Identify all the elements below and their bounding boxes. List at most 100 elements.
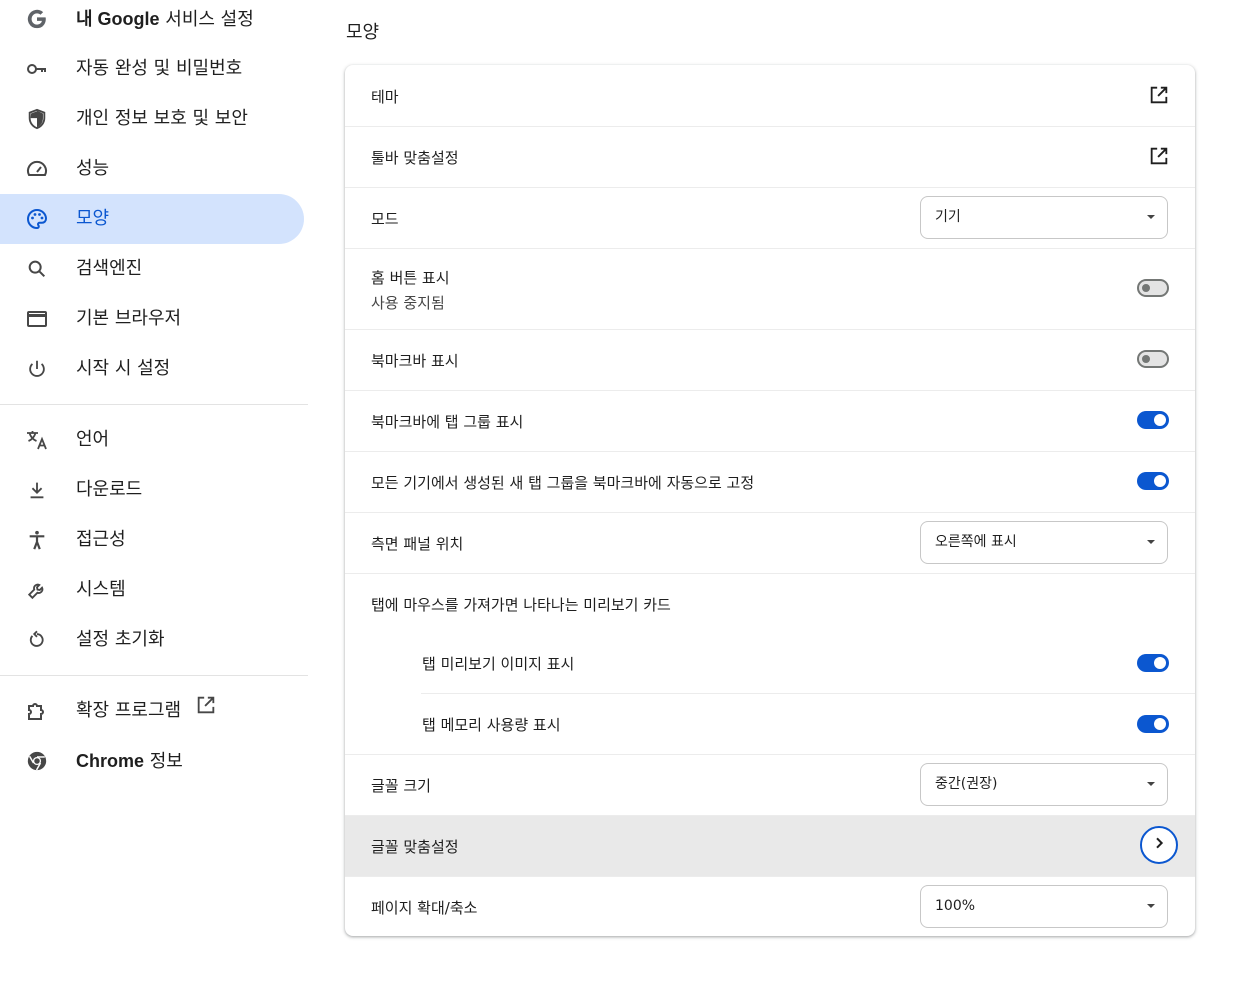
sidebar-item-default-browser[interactable]: 기본 브라우저 <box>0 294 304 344</box>
home-button-row[interactable]: 홈 버튼 표시 사용 중지됨 <box>345 248 1195 329</box>
sidebar-item-label: 검색엔진 <box>76 258 143 279</box>
row-label: 탭에 마우스를 가져가면 나타나는 미리보기 카드 <box>371 596 671 614</box>
sidebar-item-label-bold: 내 Google <box>76 9 160 29</box>
row-label: 측면 패널 위치 <box>371 535 464 553</box>
row-divider <box>345 451 1195 452</box>
toggle-knob <box>1154 718 1166 730</box>
customize-fonts-arrow-button[interactable] <box>1140 826 1178 864</box>
mode-select[interactable]: 기기 <box>920 196 1168 239</box>
hover-memory-toggle[interactable] <box>1137 715 1169 733</box>
sidebar-item-label: 기본 브라우저 <box>76 308 182 329</box>
row-label: 북마크바 표시 <box>371 352 459 370</box>
home-button-toggle[interactable] <box>1137 279 1169 297</box>
reset-icon <box>25 628 49 652</box>
side-panel-row: 측면 패널 위치 오른쪽에 표시 <box>345 512 1195 573</box>
row-divider <box>345 754 1195 755</box>
select-value: 100% <box>935 898 976 914</box>
sidebar-item-appearance[interactable]: 모양 <box>0 194 304 244</box>
sidebar-item-label: 성능 <box>76 158 110 179</box>
google-g-icon <box>25 7 49 31</box>
toolbar-customize-row[interactable]: 툴바 맞춤설정 <box>345 126 1195 187</box>
row-divider <box>345 126 1195 127</box>
page-title: 모양 <box>346 22 380 43</box>
dropdown-arrow-icon <box>1147 782 1155 786</box>
browser-window-icon <box>25 307 49 331</box>
sidebar-item-extensions[interactable]: 확장 프로그램 <box>0 686 304 736</box>
row-label: 글꼴 맞춤설정 <box>371 838 459 856</box>
row-label: 북마크바에 탭 그룹 표시 <box>371 413 524 431</box>
row-label: 탭 미리보기 이미지 표시 <box>422 655 575 673</box>
download-icon <box>25 478 49 502</box>
gauge-icon <box>25 157 49 181</box>
palette-icon <box>25 207 49 231</box>
sidebar-item-privacy[interactable]: 개인 정보 보호 및 보안 <box>0 94 304 144</box>
sidebar-item-label: 개인 정보 보호 및 보안 <box>76 108 248 129</box>
row-divider <box>345 390 1195 391</box>
search-icon <box>25 257 49 281</box>
sidebar-item-system[interactable]: 시스템 <box>0 565 304 615</box>
font-size-select[interactable]: 중간(권장) <box>920 763 1168 806</box>
sidebar-item-reset[interactable]: 설정 초기화 <box>0 615 304 665</box>
side-panel-select[interactable]: 오른쪽에 표시 <box>920 521 1168 564</box>
hover-image-row[interactable]: 탭 미리보기 이미지 표시 <box>345 633 1195 693</box>
row-divider <box>345 329 1195 330</box>
chrome-icon <box>25 749 49 773</box>
sidebar-item-label: 접근성 <box>76 529 126 550</box>
toggle-knob <box>1154 657 1166 669</box>
sidebar-item-label: 서비스 설정 <box>159 9 254 30</box>
customize-fonts-row[interactable]: 글꼴 맞춤설정 <box>345 815 1195 876</box>
puzzle-icon <box>25 699 49 723</box>
auto-pin-tab-groups-row[interactable]: 모든 기기에서 생성된 새 탭 그룹을 북마크바에 자동으로 고정 <box>345 451 1195 512</box>
sidebar-item-search-engine[interactable]: 검색엔진 <box>0 244 304 294</box>
sidebar-item-google-services[interactable]: 내 Google 서비스 설정 <box>0 0 304 44</box>
sidebar-divider <box>0 404 308 405</box>
toggle-knob <box>1142 284 1150 292</box>
sidebar-item-label: 언어 <box>76 429 110 450</box>
hover-memory-row[interactable]: 탭 메모리 사용량 표시 <box>345 693 1195 754</box>
dropdown-arrow-icon <box>1147 540 1155 544</box>
dropdown-arrow-icon <box>1147 904 1155 908</box>
row-label: 모든 기기에서 생성된 새 탭 그룹을 북마크바에 자동으로 고정 <box>371 474 755 492</box>
sidebar-item-label: 설정 초기화 <box>76 629 165 650</box>
row-label: 홈 버튼 표시 <box>371 269 450 287</box>
auto-pin-toggle[interactable] <box>1137 472 1169 490</box>
page-zoom-select[interactable]: 100% <box>920 885 1168 928</box>
bookmarks-bar-toggle[interactable] <box>1137 350 1169 368</box>
bookmarks-tab-groups-row[interactable]: 북마크바에 탭 그룹 표시 <box>345 390 1195 451</box>
translate-icon <box>25 428 49 452</box>
row-label: 모드 <box>371 210 399 228</box>
sidebar-item-autofill[interactable]: 자동 완성 및 비밀번호 <box>0 44 304 94</box>
row-label: 테마 <box>371 88 399 106</box>
wrench-icon <box>25 578 49 602</box>
sidebar-item-about[interactable]: Chrome 정보 <box>0 736 304 786</box>
key-icon <box>25 57 49 81</box>
sidebar-item-label: 확장 프로그램 <box>76 700 182 721</box>
sidebar-item-accessibility[interactable]: 접근성 <box>0 515 304 565</box>
theme-row[interactable]: 테마 <box>345 65 1195 126</box>
toggle-knob <box>1154 475 1166 487</box>
row-label: 페이지 확대/축소 <box>371 899 478 917</box>
bookmarks-tab-groups-toggle[interactable] <box>1137 411 1169 429</box>
select-value: 기기 <box>935 209 961 225</box>
page-zoom-row: 페이지 확대/축소 100% <box>345 876 1195 936</box>
bookmarks-bar-row[interactable]: 북마크바 표시 <box>345 329 1195 390</box>
open-in-new-icon[interactable] <box>1148 145 1172 169</box>
sidebar-item-languages[interactable]: 언어 <box>0 415 304 465</box>
font-size-row: 글꼴 크기 중간(권장) <box>345 754 1195 815</box>
sidebar-item-on-startup[interactable]: 시작 시 설정 <box>0 344 304 394</box>
sidebar-item-label: 모양 <box>76 208 110 229</box>
accessibility-icon <box>25 528 49 552</box>
row-divider <box>345 512 1195 513</box>
mode-row: 모드 기기 <box>345 187 1195 248</box>
select-value: 오른쪽에 표시 <box>935 534 1017 550</box>
open-in-new-icon[interactable] <box>1148 84 1172 108</box>
sidebar-item-performance[interactable]: 성능 <box>0 144 304 194</box>
settings-sidebar: 내 Google 서비스 설정 자동 완성 및 비밀번호 개인 정보 보호 및 … <box>0 0 308 993</box>
hover-image-toggle[interactable] <box>1137 654 1169 672</box>
sidebar-item-downloads[interactable]: 다운로드 <box>0 465 304 515</box>
row-divider <box>345 573 1195 574</box>
appearance-settings-card: 테마 툴바 맞춤설정 모드 기기 홈 버튼 표시 사용 중지됨 북마크바 표시 <box>345 65 1195 936</box>
row-label: 툴바 맞춤설정 <box>371 149 459 167</box>
row-divider <box>421 693 1195 694</box>
toggle-knob <box>1154 414 1166 426</box>
